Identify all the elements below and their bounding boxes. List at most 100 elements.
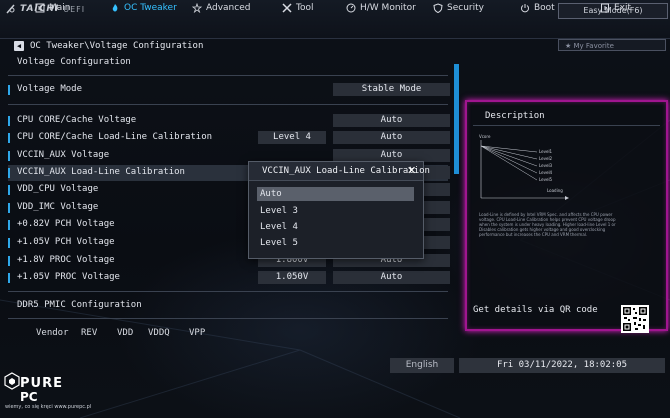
ddr5-col-vdd: VDD [117,328,134,338]
graph-level-2: Level2 [539,156,553,161]
tab-main[interactable]: Main [35,0,71,16]
popup-header: VCCIN_AUX Load-Line Calibration ✕ [249,162,430,181]
tab-advanced[interactable]: Advanced [192,0,250,16]
row-marker [8,256,10,266]
row-marker [8,220,10,230]
ddr5-col-rev: REV [81,328,98,338]
setting-value[interactable]: Auto [333,271,450,284]
graph-level-3: Level3 [539,163,553,168]
llc-graph: Vcore Level1 Level2 Level3 Level4 Level5… [479,134,569,200]
setting-label: VDD_IMC Voltage [17,202,99,212]
watermark-line1: PURE [20,376,63,391]
graph-x-label: Loading [547,188,563,193]
watermark-logo: PURE PC wiemy, co się kręci www.purepc.p… [4,370,91,414]
my-favorite-label: My Favorite [573,42,614,50]
setting-value[interactable]: Auto [333,131,450,144]
graph-level-4: Level4 [539,170,553,175]
option-popup: VCCIN_AUX Load-Line Calibration ✕ Auto L… [248,161,430,259]
tab-security-label: Security [447,3,484,13]
tab-tool[interactable]: Tool [282,0,313,16]
tab-exit[interactable]: Exit [600,0,631,16]
ddr5-col-vpp: VPP [189,328,206,338]
row-marker [8,133,10,143]
ddr5-col-vddq: VDDQ [148,328,170,338]
setting-label: CPU CORE/Cache Voltage [17,115,137,125]
divider [8,104,448,105]
setting-value[interactable]: Auto [333,114,450,127]
row-marker [8,116,10,126]
popup-option-level-5[interactable]: Level 5 [257,236,414,250]
graph-level-1: Level1 [539,149,553,154]
popup-option-level-3[interactable]: Level 3 [257,204,414,218]
ddr5-section-row[interactable]: DDR5 PMIC Configuration [8,298,448,314]
divider [8,291,448,292]
row-marker [8,203,10,213]
setting-label: +1.8V PROC Voltage [17,255,115,265]
taichi-logo-icon [6,4,15,14]
scrollbar-thumb[interactable] [454,64,459,174]
tab-security[interactable]: Security [433,0,484,16]
tab-hw-monitor[interactable]: H/W Monitor [346,0,416,16]
exit-icon [601,3,609,13]
scrollbar[interactable] [454,64,459,174]
close-icon[interactable]: ✕ [407,164,416,177]
tab-oc-tweaker[interactable]: OC Tweaker [110,0,177,16]
current-value: 1.050V [258,271,326,284]
watermark-line2: PC [20,390,38,404]
tab-exit-label: Exit [614,3,632,13]
setting-label: +0.82V PCH Voltage [17,219,115,229]
my-favorite-button[interactable]: ★ My Favorite [558,39,666,51]
watermark-tagline: wiemy, co się kręci www.purepc.pl [5,404,92,410]
top-bar: TAICHI UEFI Easy Mode(F6) Main OC Tweake… [0,0,670,39]
setting-label: +1.05V PCH Voltage [17,237,115,247]
row-marker [8,273,10,283]
tab-oc-tweaker-label: OC Tweaker [124,3,177,13]
description-text: Load-Line is defined by Intel VRM Spec. … [479,212,616,237]
tab-hw-monitor-label: H/W Monitor [360,3,416,13]
row-marker [8,185,10,195]
power-icon [521,4,529,13]
setting-label: VDD_CPU Voltage [17,184,99,194]
current-value: Level 4 [258,131,326,144]
breadcrumb: ◀ OC Tweaker\Voltage Configuration [14,41,203,51]
tab-boot-label: Boot [534,3,555,13]
graph-y-label: Vcore [479,134,491,139]
tab-main-label: Main [49,3,71,13]
page-title: Voltage Configuration [17,57,131,67]
setting-value[interactable]: Stable Mode [333,83,450,96]
shield-icon [433,3,443,13]
setting-label: CPU CORE/Cache Load-Line Calibration [17,132,213,142]
tab-boot[interactable]: Boot [520,0,555,16]
ddr5-section-label: DDR5 PMIC Configuration [17,300,142,310]
setting-row-voltage-mode[interactable]: Voltage Mode Stable Mode [8,82,450,98]
description-title: Description [485,111,545,121]
flame-icon [112,4,118,12]
star-icon [192,3,202,13]
divider [8,318,448,319]
setting-label: +1.05V PROC Voltage [17,272,120,282]
divider [8,75,448,76]
ddr5-col-vendor: Vendor [36,328,69,338]
breadcrumb-path: OC Tweaker\Voltage Configuration [30,41,204,51]
row-marker [8,85,10,95]
date-time: Fri 03/11/2022, 18:02:05 [459,358,665,373]
qr-caption: Get details via QR code [473,305,598,315]
back-arrow-icon[interactable]: ◀ [14,41,24,51]
monitor-icon [346,3,356,13]
tab-advanced-label: Advanced [206,3,251,13]
row-marker [8,151,10,161]
qr-code-icon [621,305,649,333]
popup-option-auto[interactable]: Auto [257,187,414,201]
popup-option-level-4[interactable]: Level 4 [257,220,414,234]
description-panel: Description Vcore Level1 Level2 Level3 L… [465,100,668,333]
setting-label: Voltage Mode [17,84,83,94]
language-selector[interactable]: English [390,358,454,373]
setting-label: VCCIN_AUX Load-Line Calibration [17,167,185,177]
list-icon [35,3,45,13]
setting-row-105v-proc-voltage[interactable]: +1.05V PROC Voltage 1.050V Auto [8,270,450,286]
graph-level-5: Level5 [539,177,553,182]
row-marker [8,238,10,248]
setting-row-cpu-llc[interactable]: CPU CORE/Cache Load-Line Calibration Lev… [8,130,450,146]
setting-row-cpu-core-cache-voltage[interactable]: CPU CORE/Cache Voltage Auto [8,113,450,129]
tools-icon [282,3,292,13]
